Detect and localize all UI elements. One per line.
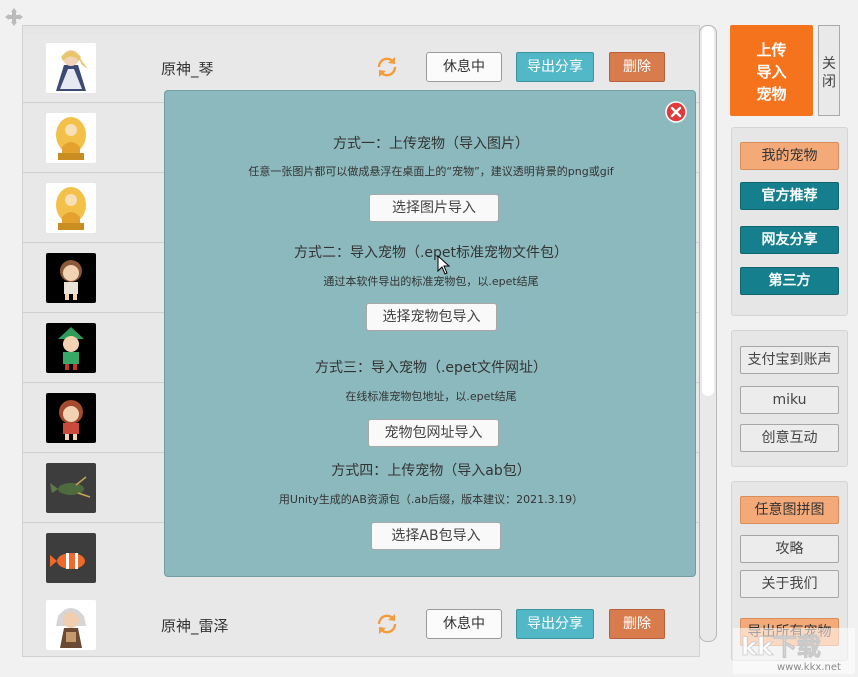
export-share-button[interactable]: 导出分享 [516, 609, 594, 639]
method3-desc: 在线标准宠物包地址，以.epet结尾 [345, 390, 517, 403]
scrollbar-thumb[interactable] [702, 26, 714, 396]
upload-import-pet-button[interactable]: 上传 导入 宠物 [730, 25, 813, 116]
list-scrollbar[interactable] [699, 25, 717, 642]
watermark-logo: kk下载 www.kkx.net [733, 628, 855, 674]
refresh-icon[interactable] [375, 612, 399, 636]
about-us-button[interactable]: 关于我们 [740, 570, 839, 598]
export-share-button[interactable]: 导出分享 [516, 52, 594, 82]
select-image-import-button[interactable]: 选择图片导入 [369, 194, 499, 222]
guide-button[interactable]: 攻略 [740, 535, 839, 563]
close-button[interactable]: 关 闭 [818, 25, 840, 116]
upload-label-line: 导入 [756, 63, 787, 81]
pet-thumbnail [46, 533, 96, 583]
select-ab-package-button[interactable]: 选择AB包导入 [371, 522, 501, 550]
pet-thumbnail [46, 253, 96, 303]
svg-text:www.kkx.net: www.kkx.net [777, 662, 841, 673]
method1-desc: 任意一张图片都可以做成悬浮在桌面上的“宠物”，建议透明背景的png或gif [248, 165, 614, 178]
method4-title: 方式四：上传宠物（导入ab包） [331, 463, 531, 479]
pet-thumbnail [46, 600, 96, 650]
upload-label-line: 上传 [756, 41, 787, 59]
creative-interaction-button[interactable]: 创意互动 [740, 424, 839, 452]
pet-name: 原神_雷泽 [161, 617, 229, 635]
method2-desc: 通过本软件导出的标准宠物包，以.epet结尾 [323, 275, 539, 288]
my-pets-button[interactable]: 我的宠物 [740, 142, 839, 170]
pet-row: 原神_雷泽 休息中 导出分享 删除 [23, 591, 699, 656]
import-dialog: 方式一：上传宠物（导入图片） 任意一张图片都可以做成悬浮在桌面上的“宠物”，建议… [164, 90, 696, 577]
pet-name: 原神_琴 [161, 60, 214, 78]
pet-thumbnail [46, 323, 96, 373]
close-label-line: 闭 [822, 74, 836, 90]
pet-thumbnail [46, 43, 96, 93]
pet-package-url-button[interactable]: 宠物包网址导入 [368, 419, 499, 447]
refresh-icon[interactable] [375, 55, 399, 79]
method2-title: 方式二：导入宠物（.epet标准宠物文件包） [293, 245, 569, 261]
delete-button[interactable]: 删除 [609, 609, 665, 639]
third-party-button[interactable]: 第三方 [740, 267, 839, 295]
rest-button[interactable]: 休息中 [426, 52, 502, 82]
close-icon[interactable] [665, 101, 687, 123]
pet-thumbnail [46, 183, 96, 233]
close-label-line: 关 [822, 56, 836, 72]
mouse-cursor-icon [437, 255, 451, 275]
miku-button[interactable]: miku [740, 386, 839, 414]
official-recommend-button[interactable]: 官方推荐 [740, 182, 839, 210]
pet-thumbnail [46, 393, 96, 443]
move-icon[interactable] [5, 8, 23, 26]
rest-button[interactable]: 休息中 [426, 609, 502, 639]
method3-title: 方式三：导入宠物（.epet文件网址） [314, 360, 548, 376]
svg-text:kk下载: kk下载 [741, 633, 821, 661]
select-pet-package-button[interactable]: 选择宠物包导入 [366, 303, 497, 331]
netizen-share-button[interactable]: 网友分享 [740, 226, 839, 254]
delete-button[interactable]: 删除 [609, 52, 665, 82]
method4-desc: 用Unity生成的AB资源包（.ab后缀，版本建议：2021.3.19） [278, 493, 584, 506]
upload-label-line: 宠物 [756, 85, 787, 103]
alipay-sound-button[interactable]: 支付宝到账声 [740, 346, 839, 374]
pet-thumbnail [46, 463, 96, 513]
method1-title: 方式一：上传宠物（导入图片） [333, 136, 529, 152]
pet-thumbnail [46, 113, 96, 163]
any-image-puzzle-button[interactable]: 任意图拼图 [740, 496, 839, 524]
